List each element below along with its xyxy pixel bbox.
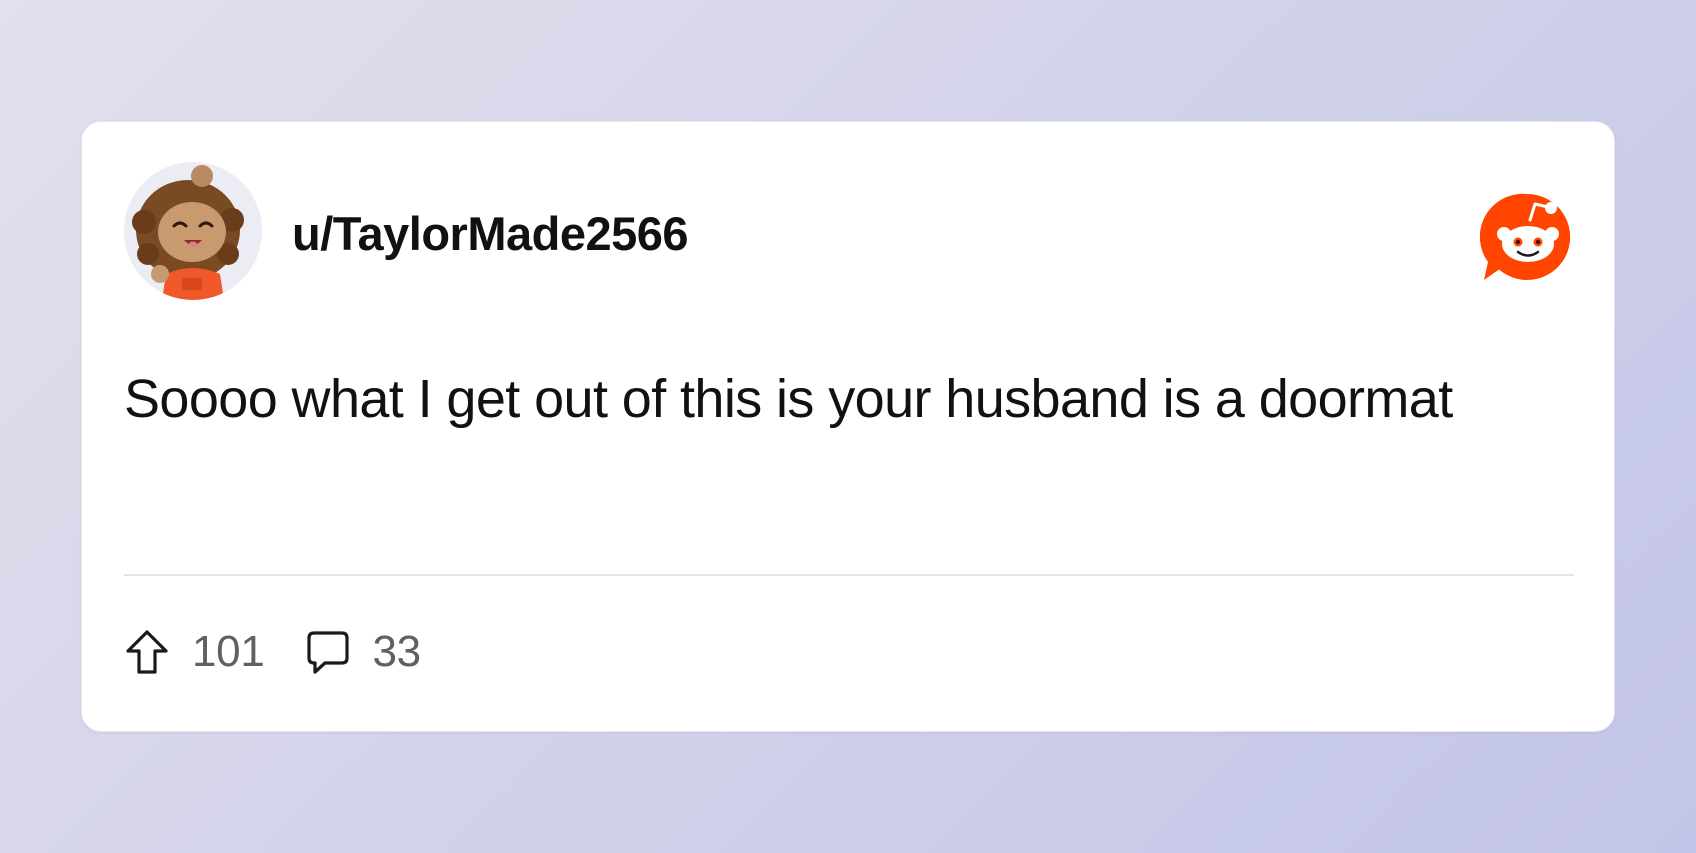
comment-bubble-icon[interactable] bbox=[305, 628, 351, 676]
user-avatar[interactable] bbox=[124, 162, 262, 300]
comment-stat[interactable]: 33 bbox=[305, 627, 421, 677]
username[interactable]: u/TaylorMade2566 bbox=[292, 206, 689, 261]
divider bbox=[124, 574, 1574, 576]
upvote-count: 101 bbox=[192, 627, 265, 676]
post-card: u/TaylorMade2566 Soooo what I get out of… bbox=[81, 121, 1615, 732]
upvote-arrow-icon[interactable] bbox=[124, 628, 170, 676]
post-footer: 101 33 bbox=[124, 622, 461, 682]
comment-count: 33 bbox=[372, 627, 422, 676]
reddit-logo-icon bbox=[1479, 190, 1574, 284]
post-header: u/TaylorMade2566 bbox=[124, 162, 1574, 302]
avatar-illustration bbox=[124, 162, 262, 300]
post-body: Soooo what I get out of this is your hus… bbox=[124, 369, 1453, 429]
upvote-stat[interactable]: 101 bbox=[124, 627, 265, 677]
